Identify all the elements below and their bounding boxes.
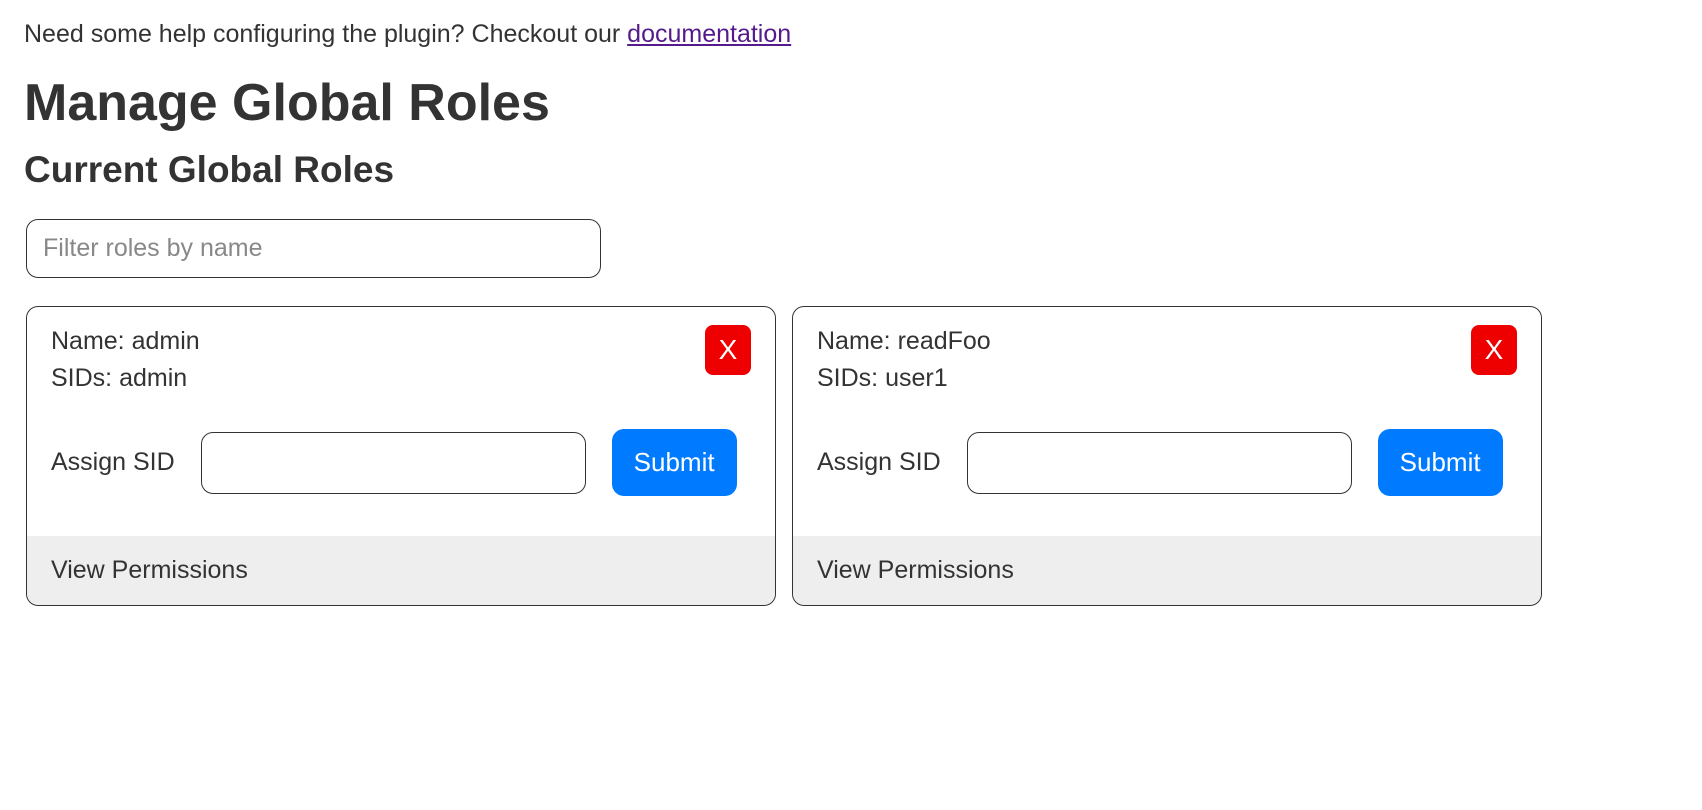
help-text-prefix: Need some help configuring the plugin? C…: [24, 20, 627, 48]
view-permissions-toggle[interactable]: View Permissions: [793, 536, 1541, 605]
submit-sid-button[interactable]: Submit: [1378, 429, 1503, 496]
roles-container: Name: admin SIDs: admin X Assign SID Sub…: [26, 306, 1678, 606]
submit-sid-button[interactable]: Submit: [612, 429, 737, 496]
role-info: Name: admin SIDs: admin: [51, 327, 200, 401]
role-info: Name: readFoo SIDs: user1: [817, 327, 991, 401]
role-name-value: admin: [132, 327, 200, 355]
assign-sid-input[interactable]: [201, 432, 586, 494]
page-title: Manage Global Roles: [24, 73, 1678, 133]
delete-role-button[interactable]: X: [705, 325, 751, 375]
help-text: Need some help configuring the plugin? C…: [24, 20, 1678, 49]
role-card: Name: readFoo SIDs: user1 X Assign SID S…: [792, 306, 1542, 606]
name-label: Name:: [51, 327, 132, 355]
section-title: Current Global Roles: [24, 149, 1678, 191]
filter-roles-input[interactable]: [26, 219, 601, 278]
role-name-value: readFoo: [898, 327, 991, 355]
assign-sid-label: Assign SID: [51, 448, 175, 477]
role-sids-value: user1: [885, 364, 948, 392]
documentation-link[interactable]: documentation: [627, 20, 791, 48]
view-permissions-toggle[interactable]: View Permissions: [27, 536, 775, 605]
sids-label: SIDs:: [817, 364, 885, 392]
delete-role-button[interactable]: X: [1471, 325, 1517, 375]
assign-sid-row: Assign SID Submit: [817, 429, 1517, 496]
assign-sid-row: Assign SID Submit: [51, 429, 751, 496]
role-card: Name: admin SIDs: admin X Assign SID Sub…: [26, 306, 776, 606]
sids-label: SIDs:: [51, 364, 119, 392]
assign-sid-input[interactable]: [967, 432, 1352, 494]
role-sids-value: admin: [119, 364, 187, 392]
name-label: Name:: [817, 327, 898, 355]
assign-sid-label: Assign SID: [817, 448, 941, 477]
